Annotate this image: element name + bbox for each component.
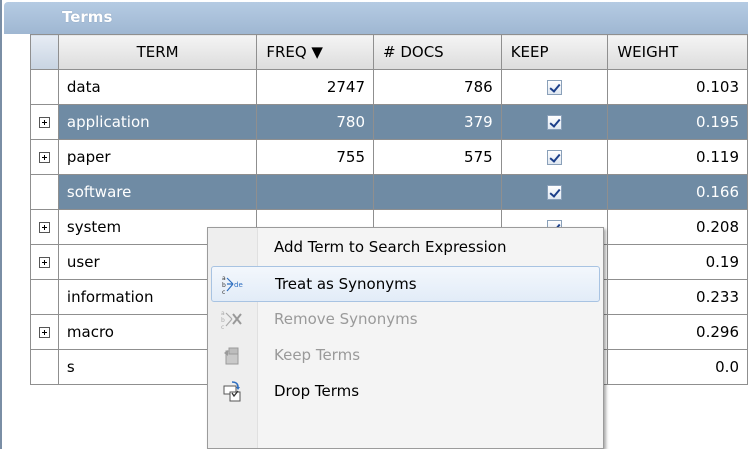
weight-cell: 0.103	[607, 69, 748, 105]
keep-checkbox[interactable]	[547, 185, 563, 200]
menu-item-label: Remove Synonyms	[274, 310, 418, 328]
table-row[interactable]: paper 755 575 0.119	[30, 139, 748, 175]
weight-cell: 0.233	[607, 279, 748, 315]
svg-text:c: c	[221, 324, 224, 331]
svg-text:a: a	[222, 275, 226, 282]
table-row[interactable]: software 0.166	[30, 174, 748, 210]
menu-item-treat-as-synonyms[interactable]: a b c de Treat as Synonyms	[211, 266, 600, 302]
header-expand-column	[30, 34, 59, 70]
context-menu: Add Term to Search Expression a b c de Treat …	[207, 227, 604, 449]
drop-terms-icon	[220, 381, 244, 403]
row-expand-cell[interactable]	[30, 139, 59, 175]
svg-text:b: b	[222, 282, 226, 289]
column-header-freq[interactable]: FREQ ▼	[256, 34, 375, 70]
expand-plus-icon[interactable]	[38, 152, 50, 163]
docs-cell: 575	[373, 139, 502, 175]
row-expand-cell[interactable]	[30, 104, 59, 140]
column-header-term[interactable]: TERM	[57, 34, 258, 70]
freq-cell: 780	[256, 104, 375, 140]
panel-title: Terms	[62, 8, 113, 26]
row-expand-cell	[30, 174, 59, 210]
weight-cell: 0.119	[607, 139, 748, 175]
row-expand-cell[interactable]	[30, 209, 59, 245]
menu-item-label: Drop Terms	[274, 382, 360, 400]
weight-cell: 0.19	[607, 244, 748, 280]
freq-cell: 755	[256, 139, 375, 175]
expand-plus-icon[interactable]	[38, 117, 50, 128]
row-expand-cell	[30, 349, 59, 385]
panel-titlebar: Terms	[4, 2, 748, 34]
header-row: TERM FREQ ▼ # DOCS KEEP WEIGHT	[30, 34, 748, 70]
column-header-weight[interactable]: WEIGHT	[607, 34, 748, 70]
keep-checkbox[interactable]	[547, 115, 563, 130]
column-header-docs[interactable]: # DOCS	[373, 34, 502, 70]
expand-plus-icon[interactable]	[38, 257, 50, 268]
keep-terms-icon	[220, 345, 244, 367]
menu-item-remove-synonyms[interactable]: a b c Remove Synonyms	[211, 302, 600, 338]
expand-plus-icon[interactable]	[38, 327, 50, 338]
weight-cell: 0.195	[607, 104, 748, 140]
row-expand-cell	[30, 69, 59, 105]
term-cell: application	[57, 104, 258, 140]
docs-cell: 786	[373, 69, 502, 105]
keep-cell	[500, 174, 609, 210]
menu-item-drop-terms[interactable]: Drop Terms	[211, 374, 600, 410]
term-cell: paper	[57, 139, 258, 175]
weight-cell: 0.166	[607, 174, 748, 210]
menu-item-label: Add Term to Search Expression	[274, 238, 507, 256]
freq-cell: 2747	[256, 69, 375, 105]
table-row[interactable]: data 2747 786 0.103	[30, 69, 748, 105]
remove-synonyms-icon: abc	[220, 309, 244, 331]
docs-cell: 379	[373, 104, 502, 140]
keep-checkbox[interactable]	[547, 80, 563, 95]
svg-text:de: de	[234, 281, 243, 289]
keep-cell	[500, 69, 609, 105]
weight-cell: 0.296	[607, 314, 748, 350]
keep-cell	[500, 139, 609, 175]
menu-item-keep-terms[interactable]: Keep Terms	[211, 338, 600, 374]
weight-cell: 0.208	[607, 209, 748, 245]
term-cell: software	[57, 174, 258, 210]
expand-plus-icon[interactable]	[38, 222, 50, 233]
row-expand-cell[interactable]	[30, 244, 59, 280]
freq-cell	[256, 174, 375, 210]
keep-checkbox[interactable]	[547, 150, 563, 165]
docs-cell	[373, 174, 502, 210]
svg-text:b: b	[221, 317, 225, 324]
weight-cell: 0.0	[607, 349, 748, 385]
column-header-keep[interactable]: KEEP	[500, 34, 609, 70]
keep-cell	[500, 104, 609, 140]
synonyms-icon: a b c de	[221, 274, 245, 296]
menu-item-label: Treat as Synonyms	[275, 275, 417, 293]
terms-panel: Terms TERM FREQ ▼ # DOCS KEEP WEIGHT dat…	[0, 0, 748, 449]
term-cell: data	[57, 69, 258, 105]
svg-text:c: c	[222, 289, 225, 296]
svg-text:a: a	[221, 310, 225, 317]
menu-item-label: Keep Terms	[274, 346, 361, 364]
table-row[interactable]: application 780 379 0.195	[30, 104, 748, 140]
menu-item-add-term-to-search-expression[interactable]: Add Term to Search Expression	[211, 230, 600, 266]
row-expand-cell	[30, 279, 59, 315]
row-expand-cell[interactable]	[30, 314, 59, 350]
